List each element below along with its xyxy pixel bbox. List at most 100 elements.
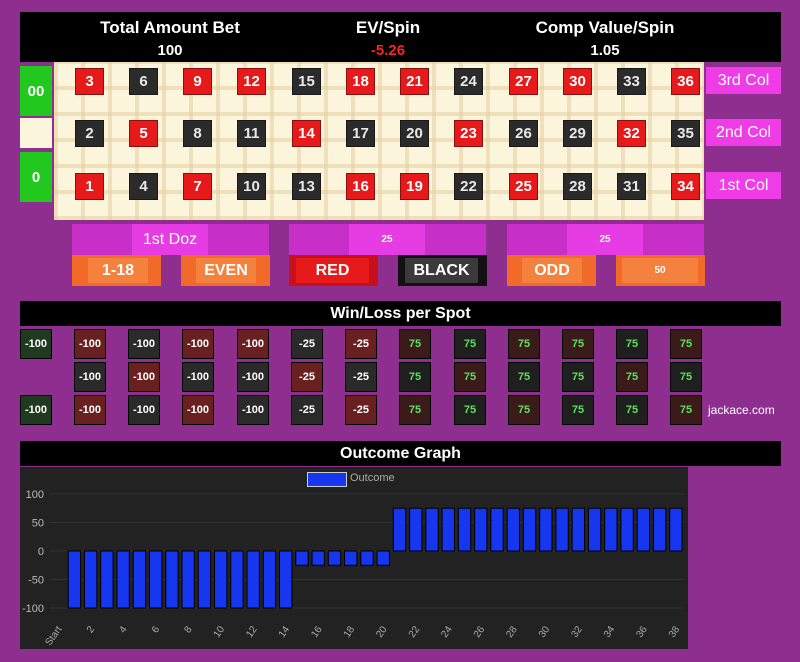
outcome-bar [620, 507, 634, 552]
ev-label: EV/Spin [355, 18, 421, 37]
x-tick-label: 2 [85, 624, 97, 635]
outcome-bar [506, 507, 520, 552]
y-tick-label: 0 [38, 546, 44, 558]
number-6[interactable]: 6 [129, 68, 158, 95]
number-8[interactable]: 8 [183, 120, 212, 147]
outcome-bar [457, 507, 472, 552]
number-2[interactable]: 2 [75, 120, 104, 147]
y-tick-label: -100 [22, 603, 44, 615]
number-24[interactable]: 24 [454, 68, 483, 95]
winloss-cell: -100 [182, 329, 214, 359]
number-34[interactable]: 34 [671, 173, 700, 200]
number-35[interactable]: 35 [671, 120, 700, 147]
x-tick-label: 10 [212, 624, 228, 640]
outcome-bar [327, 550, 342, 566]
number-15[interactable]: 15 [292, 68, 321, 95]
outcome-bar [295, 550, 309, 566]
number-13[interactable]: 13 [292, 173, 321, 200]
column-2-bet[interactable]: 2nd Col [706, 119, 781, 146]
x-tick-label: 18 [342, 624, 358, 640]
number-36[interactable]: 36 [671, 68, 700, 95]
number-18[interactable]: 18 [346, 68, 375, 95]
number-14[interactable]: 14 [292, 120, 321, 147]
winloss-cell: -25 [345, 395, 377, 425]
winloss-cell: -100 [128, 329, 160, 359]
number-7[interactable]: 7 [183, 173, 212, 200]
number-21[interactable]: 21 [400, 68, 429, 95]
number-1[interactable]: 1 [75, 173, 104, 200]
outcome-bar [555, 507, 569, 552]
winloss-cell: -25 [291, 329, 323, 359]
number-28[interactable]: 28 [563, 173, 592, 200]
winloss-cell: -100 [74, 362, 106, 392]
number-33[interactable]: 33 [617, 68, 646, 95]
number-3[interactable]: 3 [75, 68, 104, 95]
total-bet-label: Total Amount Bet [100, 18, 240, 37]
winloss-cell: 75 [454, 362, 486, 392]
outcome-bar [100, 550, 114, 609]
red-label: RED [296, 258, 369, 283]
x-tick-label: 14 [277, 624, 293, 640]
number-22[interactable]: 22 [454, 173, 483, 200]
winloss-cell: 75 [616, 362, 648, 392]
number-9[interactable]: 9 [183, 68, 212, 95]
x-tick-label: 20 [374, 624, 390, 640]
number-31[interactable]: 31 [617, 173, 646, 200]
outcome-bar [376, 550, 390, 566]
double-zero-cell[interactable]: 00 [20, 66, 52, 116]
outcome-bar [360, 550, 374, 566]
number-29[interactable]: 29 [563, 120, 592, 147]
winloss-cell: -100 [237, 362, 269, 392]
x-tick-label: 24 [439, 624, 455, 640]
winloss-cell: 75 [616, 395, 648, 425]
x-tick-label: 16 [309, 624, 325, 640]
number-10[interactable]: 10 [237, 173, 266, 200]
high-bet-chip: 50 [622, 258, 698, 283]
comp-value: 1.05 [590, 42, 620, 59]
x-tick-label: 38 [667, 624, 683, 640]
winloss-cell: -100 [182, 395, 214, 425]
number-27[interactable]: 27 [509, 68, 538, 95]
outcome-bar [652, 507, 667, 552]
winloss-cell: 75 [508, 362, 540, 392]
outcome-bar [181, 550, 195, 609]
stats-header: Total Amount Bet 100 EV/Spin -5.26 Comp … [20, 12, 781, 62]
winloss-cell: -100 [128, 362, 160, 392]
dozen-1-label: 1st Doz [132, 224, 208, 255]
x-tick-label: Start [43, 624, 64, 648]
winloss-cell: -100 [74, 395, 106, 425]
number-16[interactable]: 16 [346, 173, 375, 200]
even-label: EVEN [196, 258, 256, 283]
winloss-cell: -25 [291, 362, 323, 392]
number-32[interactable]: 32 [617, 120, 646, 147]
outcome-bar [441, 507, 455, 552]
number-11[interactable]: 11 [237, 120, 266, 147]
number-23[interactable]: 23 [454, 120, 483, 147]
outcome-bar [539, 507, 553, 552]
winloss-cell: -100 [182, 362, 214, 392]
outcome-bar [279, 550, 293, 609]
zero-cell[interactable]: 0 [20, 152, 52, 202]
outcome-bar [490, 507, 504, 552]
number-4[interactable]: 4 [129, 173, 158, 200]
outcome-bar [311, 550, 325, 566]
column-1-bet[interactable]: 1st Col [706, 172, 781, 199]
number-25[interactable]: 25 [509, 173, 538, 200]
number-17[interactable]: 17 [346, 120, 375, 147]
number-30[interactable]: 30 [563, 68, 592, 95]
x-tick-label: 34 [602, 624, 618, 640]
outcome-bar [571, 507, 586, 552]
dozen-3-chip: 25 [567, 224, 643, 255]
number-19[interactable]: 19 [400, 173, 429, 200]
zero-split[interactable] [20, 118, 52, 148]
winloss-cell: 75 [508, 395, 540, 425]
number-5[interactable]: 5 [129, 120, 158, 147]
comp-label: Comp Value/Spin [535, 18, 675, 37]
winloss-cell: -100 [128, 395, 160, 425]
number-20[interactable]: 20 [400, 120, 429, 147]
number-12[interactable]: 12 [237, 68, 266, 95]
column-3-bet[interactable]: 3rd Col [706, 67, 781, 94]
total-bet-value: 100 [157, 42, 183, 59]
winloss-cell: -25 [345, 362, 377, 392]
number-26[interactable]: 26 [509, 120, 538, 147]
